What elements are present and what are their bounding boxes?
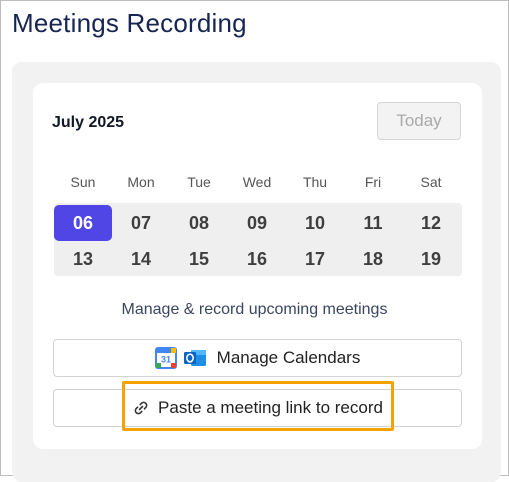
day-cell[interactable]: 12 — [402, 205, 460, 241]
day-cell[interactable]: 09 — [228, 205, 286, 241]
day-cell[interactable]: 11 — [344, 205, 402, 241]
weekday-thu: Thu — [302, 174, 328, 190]
weekday-header: Sun Mon Tue Wed Thu Fri Sat — [54, 174, 460, 194]
day-cell-selected[interactable]: 06 — [54, 205, 112, 241]
weekday-sat: Sat — [420, 174, 442, 190]
weekday-fri: Fri — [364, 174, 382, 190]
day-cell[interactable]: 07 — [112, 205, 170, 241]
weekday-wed: Wed — [242, 174, 272, 190]
outlook-icon — [183, 347, 217, 369]
manage-description: Manage & record upcoming meetings — [121, 301, 388, 318]
paste-link-label: Paste a meeting link to record — [158, 398, 383, 417]
day-cell[interactable]: 15 — [170, 241, 228, 277]
day-cell[interactable]: 19 — [402, 241, 460, 277]
day-cell[interactable]: 17 — [286, 241, 344, 277]
manage-calendars-button[interactable]: 31 Manage Calendars — [53, 339, 462, 377]
days-grid: 06 07 08 09 10 11 12 13 14 15 16 17 18 1… — [54, 203, 462, 276]
weekday-sun: Sun — [70, 174, 96, 190]
paste-meeting-link-button[interactable]: Paste a meeting link to record — [53, 389, 462, 427]
google-calendar-icon: 31 — [154, 347, 183, 369]
day-cell[interactable]: 14 — [112, 241, 170, 277]
day-cell[interactable]: 18 — [344, 241, 402, 277]
day-cell[interactable]: 13 — [54, 241, 112, 277]
day-cell[interactable]: 10 — [286, 205, 344, 241]
manage-calendars-label: Manage Calendars — [216, 348, 361, 367]
day-cell[interactable]: 08 — [170, 205, 228, 241]
weekday-mon: Mon — [127, 174, 155, 190]
weekday-tue: Tue — [187, 174, 211, 190]
google-calendar-badge: 31 — [161, 355, 171, 365]
link-icon — [132, 399, 158, 417]
today-button[interactable]: Today — [377, 102, 461, 140]
month-label: July 2025 — [52, 114, 125, 131]
day-cell[interactable]: 16 — [228, 241, 286, 277]
page-title: Meetings Recording — [12, 8, 247, 38]
